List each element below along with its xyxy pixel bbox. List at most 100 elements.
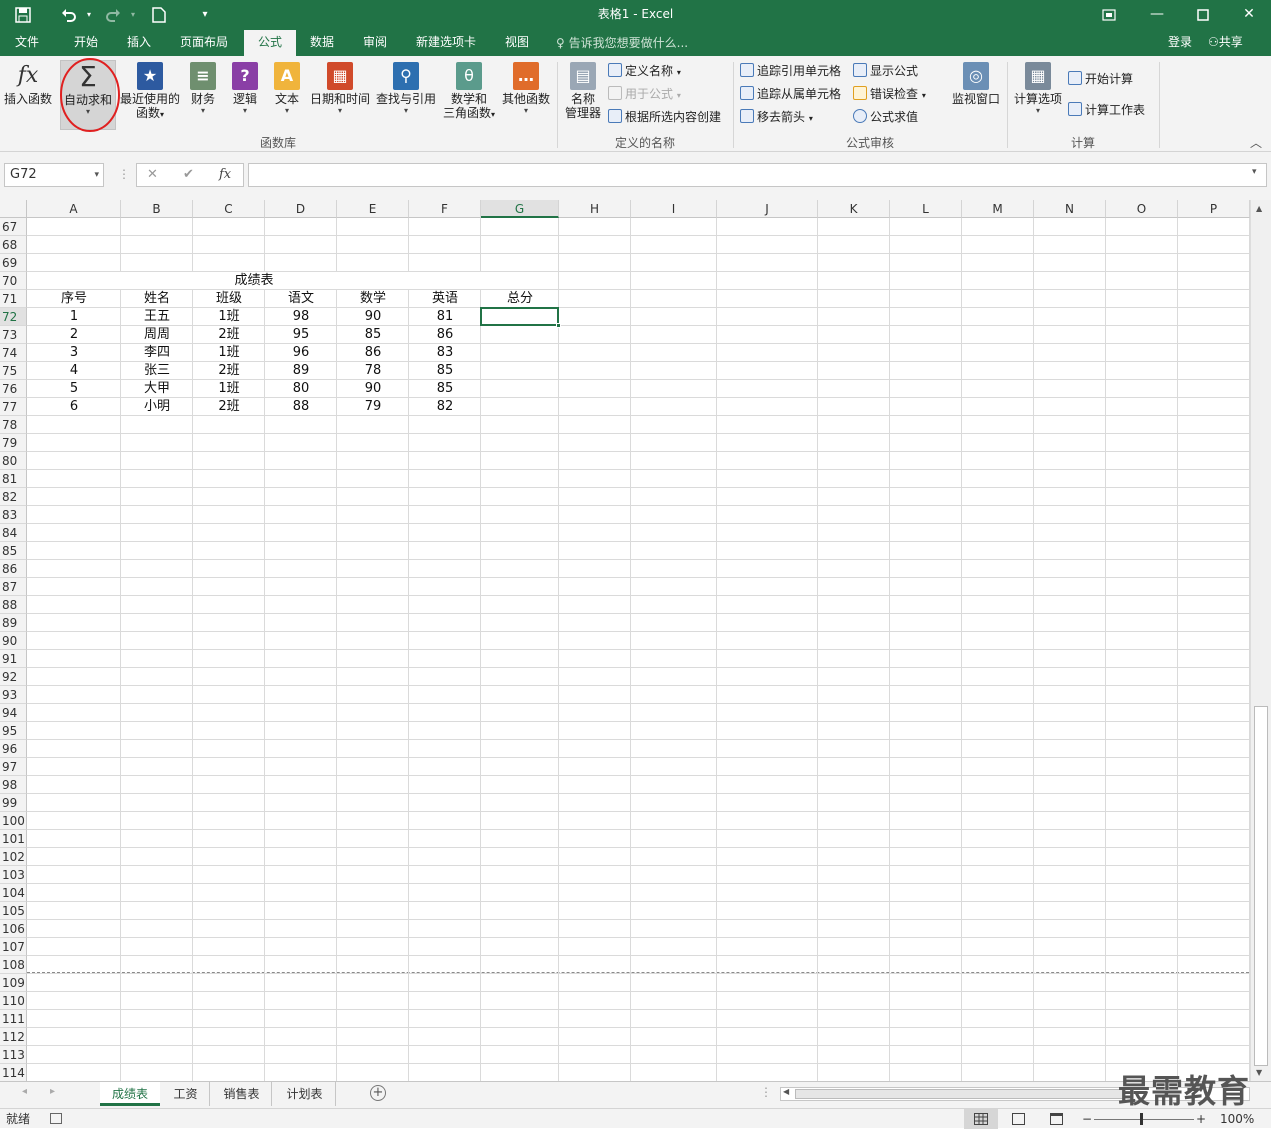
data-cell[interactable]: 2班: [193, 398, 265, 416]
row-header[interactable]: 109: [0, 974, 27, 992]
row-header[interactable]: 81: [0, 470, 27, 488]
row-header[interactable]: 98: [0, 776, 27, 794]
sheet-tab-grades[interactable]: 成绩表: [100, 1082, 160, 1106]
column-header[interactable]: K: [818, 200, 890, 218]
data-cell[interactable]: 2: [27, 326, 121, 344]
row-header[interactable]: 72: [0, 308, 27, 326]
row-header[interactable]: 102: [0, 848, 27, 866]
use-in-formula-button[interactable]: 用于公式 ▾: [608, 85, 681, 105]
row-header[interactable]: 76: [0, 380, 27, 398]
tab-formulas[interactable]: 公式: [244, 30, 296, 56]
enter-icon[interactable]: ✔: [183, 164, 194, 186]
show-formulas-button[interactable]: 显示公式: [853, 62, 918, 80]
data-cell[interactable]: 王五: [121, 308, 193, 326]
data-cell[interactable]: 83: [409, 344, 481, 362]
error-checking-button[interactable]: 错误检查 ▾: [853, 85, 926, 105]
page-break-view-icon[interactable]: [1050, 1113, 1063, 1125]
row-header[interactable]: 73: [0, 326, 27, 344]
header-cell[interactable]: 总分: [481, 290, 559, 308]
data-cell[interactable]: 85: [409, 380, 481, 398]
create-from-selection-button[interactable]: 根据所选内容创建: [608, 108, 721, 126]
datetime-button[interactable]: ▦ 日期和时间 ▾: [308, 62, 372, 116]
math-trig-button[interactable]: θ 数学和 三角函数▾: [440, 62, 498, 122]
data-cell[interactable]: 2班: [193, 362, 265, 380]
header-cell[interactable]: 序号: [27, 290, 121, 308]
calc-now-button[interactable]: 开始计算: [1068, 70, 1133, 88]
data-cell[interactable]: 88: [265, 398, 337, 416]
column-header[interactable]: L: [890, 200, 962, 218]
insert-function-button[interactable]: fx 插入函数: [2, 62, 54, 106]
data-cell[interactable]: 5: [27, 380, 121, 398]
sheet-title-cell[interactable]: 成绩表: [27, 272, 481, 289]
data-cell[interactable]: 张三: [121, 362, 193, 380]
maximize-icon[interactable]: [1180, 0, 1226, 30]
data-cell[interactable]: 96: [265, 344, 337, 362]
data-cell[interactable]: 1: [27, 308, 121, 326]
normal-view-icon[interactable]: [964, 1109, 998, 1129]
header-cell[interactable]: 英语: [409, 290, 481, 308]
remove-arrows-button[interactable]: 移去箭头 ▾: [740, 108, 813, 128]
lookup-button[interactable]: ⚲ 查找与引用 ▾: [374, 62, 438, 116]
column-header[interactable]: O: [1106, 200, 1178, 218]
header-cell[interactable]: 姓名: [121, 290, 193, 308]
data-cell[interactable]: 85: [337, 326, 409, 344]
recently-used-button[interactable]: ★ 最近使用的 函数▾: [118, 62, 182, 122]
data-cell[interactable]: 李四: [121, 344, 193, 362]
vertical-scrollbar[interactable]: ▲ ▼: [1250, 200, 1271, 1081]
header-cell[interactable]: 语文: [265, 290, 337, 308]
sheet-tab-sales[interactable]: 销售表: [212, 1082, 272, 1106]
row-header[interactable]: 93: [0, 686, 27, 704]
data-cell[interactable]: 小明: [121, 398, 193, 416]
row-header[interactable]: 89: [0, 614, 27, 632]
row-header[interactable]: 101: [0, 830, 27, 848]
header-cell[interactable]: 班级: [193, 290, 265, 308]
scrollbar-thumb[interactable]: [1254, 706, 1268, 1066]
data-cell[interactable]: 1班: [193, 380, 265, 398]
column-header[interactable]: B: [121, 200, 193, 218]
row-header[interactable]: 67: [0, 218, 27, 236]
minimize-icon[interactable]: —: [1134, 0, 1180, 30]
scroll-up-icon[interactable]: ▲: [1256, 204, 1262, 213]
scroll-down-icon[interactable]: ▼: [1256, 1068, 1262, 1077]
row-header[interactable]: 106: [0, 920, 27, 938]
more-functions-button[interactable]: … 其他函数 ▾: [500, 62, 552, 116]
data-cell[interactable]: 1班: [193, 308, 265, 326]
collapse-ribbon-icon[interactable]: ︿: [1250, 134, 1262, 151]
column-header[interactable]: N: [1034, 200, 1106, 218]
data-cell[interactable]: 78: [337, 362, 409, 380]
spreadsheet-grid[interactable]: 67 68 69 70 71 72 73 74 75 76 77 78 79 80 81 82 83 84 85 86…: [0, 200, 1271, 1081]
sheet-tab-plan[interactable]: 计划表: [274, 1082, 336, 1106]
row-header[interactable]: 103: [0, 866, 27, 884]
data-cell[interactable]: 86: [409, 326, 481, 344]
row-header[interactable]: 108: [0, 956, 27, 974]
sheet-tab-salary[interactable]: 工资: [162, 1082, 210, 1106]
data-cell[interactable]: 80: [265, 380, 337, 398]
row-header[interactable]: 83: [0, 506, 27, 524]
share-button[interactable]: ⚇共享: [1208, 30, 1243, 55]
data-cell[interactable]: 1班: [193, 344, 265, 362]
split-handle[interactable]: ⋮: [760, 1085, 772, 1099]
column-header[interactable]: H: [559, 200, 631, 218]
tab-home[interactable]: 开始: [60, 30, 112, 56]
tab-insert[interactable]: 插入: [114, 30, 164, 56]
evaluate-formula-button[interactable]: 公式求值: [853, 108, 918, 126]
data-cell[interactable]: 86: [337, 344, 409, 362]
data-cell[interactable]: 4: [27, 362, 121, 380]
data-cell[interactable]: 98: [265, 308, 337, 326]
row-header[interactable]: 70: [0, 272, 27, 290]
calc-sheet-button[interactable]: 计算工作表: [1068, 101, 1145, 119]
define-name-button[interactable]: 定义名称 ▾: [608, 62, 681, 82]
tab-review[interactable]: 审阅: [354, 30, 396, 56]
insert-function-icon[interactable]: fx: [219, 164, 231, 186]
row-header[interactable]: 105: [0, 902, 27, 920]
row-header[interactable]: 92: [0, 668, 27, 686]
row-header[interactable]: 95: [0, 722, 27, 740]
name-manager-button[interactable]: ▤ 名称 管理器: [562, 62, 604, 120]
row-header[interactable]: 87: [0, 578, 27, 596]
data-cell[interactable]: 2班: [193, 326, 265, 344]
row-header[interactable]: 78: [0, 416, 27, 434]
resize-handle[interactable]: ⋮: [118, 163, 130, 185]
row-header[interactable]: 77: [0, 398, 27, 416]
data-cell[interactable]: 79: [337, 398, 409, 416]
column-header[interactable]: A: [27, 200, 121, 218]
